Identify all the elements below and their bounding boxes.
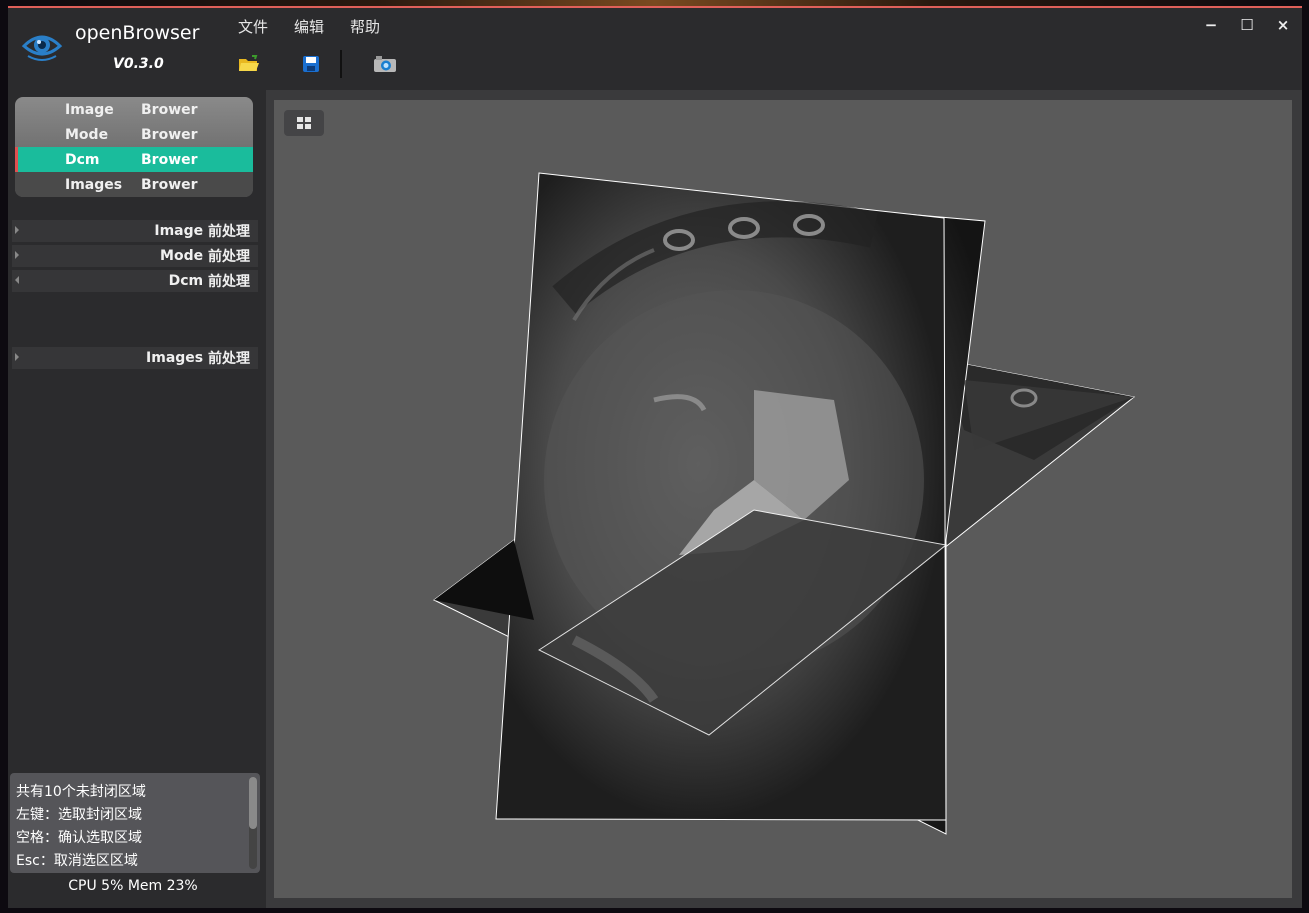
nav-label: Image <box>65 101 114 118</box>
mpr-volume-render[interactable] <box>274 100 1292 898</box>
status-bar: CPU 5% Mem 23% <box>68 878 198 894</box>
nav-suffix: Brower <box>141 151 198 168</box>
save-icon <box>303 56 319 72</box>
grid-layout-icon <box>297 117 311 129</box>
nav-label: Mode <box>65 126 109 143</box>
nav-label: Dcm <box>65 151 100 168</box>
app-title: openBrowser <box>75 22 200 44</box>
folder-open-icon <box>239 55 259 71</box>
nav-item-image-brower[interactable]: Image Brower <box>15 97 253 122</box>
nav-suffix: Brower <box>141 176 198 193</box>
minimize-button[interactable]: − <box>1200 16 1222 36</box>
expand-arrow-icon[interactable] <box>15 251 19 259</box>
nav-item-dcm-brower[interactable]: Dcm Brower <box>15 147 253 172</box>
toolbar-separator <box>340 50 342 78</box>
menu-edit[interactable]: 编辑 <box>294 16 324 37</box>
info-scrollbar[interactable] <box>249 777 257 869</box>
close-button[interactable]: × <box>1272 16 1294 36</box>
menu-help[interactable]: 帮助 <box>350 16 380 37</box>
toolbar <box>236 50 398 78</box>
viewport-frame <box>266 90 1302 908</box>
layout-grid-button[interactable] <box>284 110 324 136</box>
window-controls: − ☐ × <box>1200 16 1294 36</box>
tree-item-image-preprocess[interactable]: Image 前处理 <box>12 220 258 242</box>
maximize-button[interactable]: ☐ <box>1236 16 1258 36</box>
menu-file[interactable]: 文件 <box>238 16 268 37</box>
camera-icon <box>374 56 396 72</box>
app-version: V0.3.0 <box>113 56 164 72</box>
tree-label: Images <box>146 350 204 366</box>
info-line: Esc：取消选区区域 <box>16 853 138 869</box>
tree-label: Image <box>154 223 204 239</box>
expand-arrow-icon[interactable] <box>15 226 19 234</box>
tree-suffix: 前处理 <box>208 224 250 240</box>
screenshot-button[interactable] <box>372 51 398 77</box>
nav-label: Images <box>65 176 123 193</box>
tree-suffix: 前处理 <box>208 351 250 367</box>
save-button[interactable] <box>298 51 324 77</box>
tree-suffix: 前处理 <box>208 274 250 290</box>
info-line: 左键：选取封闭区域 <box>16 807 142 823</box>
info-line: 共有10个未封闭区域 <box>16 784 146 800</box>
tree-item-images-preprocess[interactable]: Images 前处理 <box>12 347 258 369</box>
nav-item-mode-brower[interactable]: Mode Brower <box>15 122 253 147</box>
3d-viewport[interactable] <box>274 100 1292 898</box>
info-line: 空格：确认选取区域 <box>16 830 142 846</box>
tree-item-mode-preprocess[interactable]: Mode 前处理 <box>12 245 258 267</box>
browser-nav: Image Brower Mode Brower Dcm Brower Imag… <box>15 97 253 197</box>
menubar: 文件 编辑 帮助 <box>238 16 380 37</box>
info-panel: 共有10个未封闭区域 左键：选取封闭区域 空格：确认选取区域 Esc：取消选区区… <box>10 773 260 873</box>
tree-label: Mode <box>160 248 204 264</box>
nav-item-images-brower[interactable]: Images Brower <box>15 172 253 197</box>
nav-suffix: Brower <box>141 101 198 118</box>
sidebar: Image Brower Mode Brower Dcm Brower Imag… <box>8 90 266 908</box>
expand-arrow-icon[interactable] <box>15 353 19 361</box>
app-window: openBrowser V0.3.0 文件 编辑 帮助 − ☐ × Image … <box>8 6 1302 908</box>
collapse-arrow-icon[interactable] <box>15 276 19 284</box>
tree-label: Dcm <box>168 273 204 289</box>
eye-logo-icon <box>20 26 64 66</box>
tree-suffix: 前处理 <box>208 249 250 265</box>
scrollbar-thumb[interactable] <box>249 777 257 829</box>
open-button[interactable] <box>236 51 262 77</box>
tree-item-dcm-preprocess[interactable]: Dcm 前处理 <box>12 270 258 292</box>
nav-suffix: Brower <box>141 126 198 143</box>
